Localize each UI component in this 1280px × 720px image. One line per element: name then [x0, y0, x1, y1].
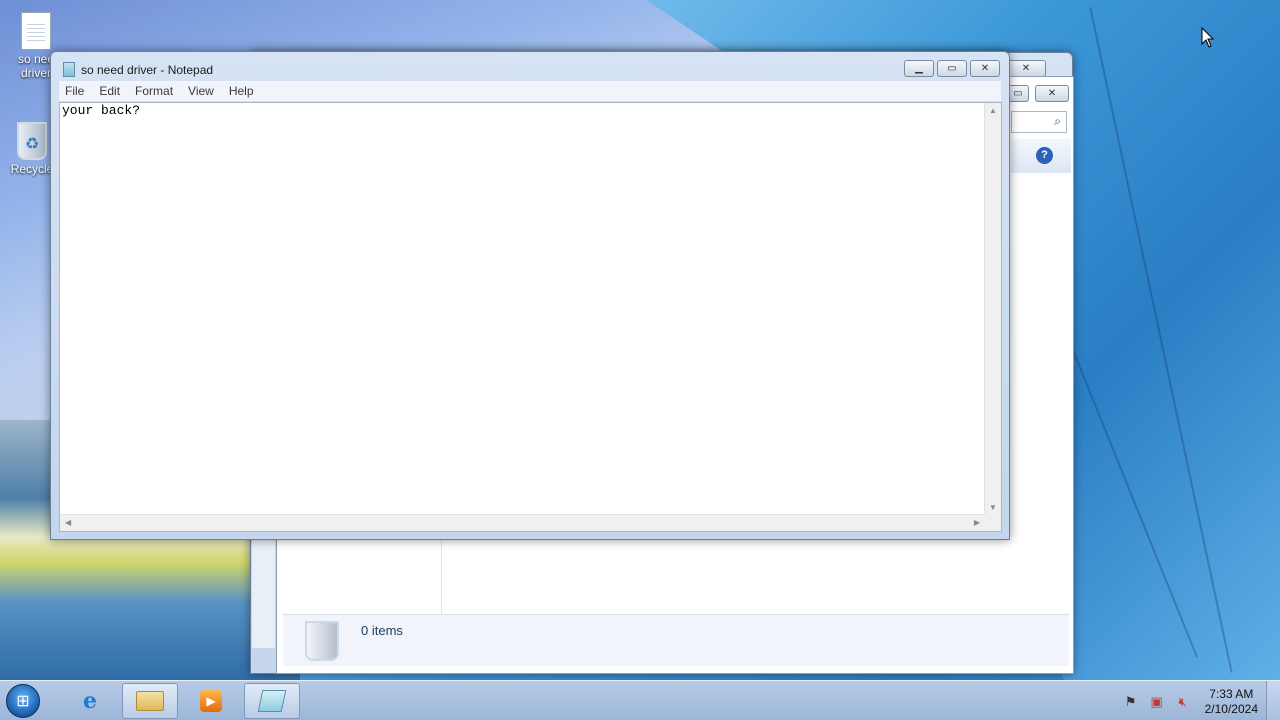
- maximize-button[interactable]: ▭: [937, 60, 967, 77]
- ie-icon: e: [83, 688, 97, 714]
- show-desktop-button[interactable]: [1266, 681, 1280, 720]
- minimize-icon: ▁: [915, 63, 923, 74]
- horizontal-scrollbar[interactable]: ◀ ▶: [60, 514, 985, 531]
- taskbar-media-player[interactable]: ▶: [183, 683, 239, 719]
- menu-bar: File Edit Format View Help: [59, 81, 1001, 101]
- network-icon[interactable]: ▣: [1147, 694, 1167, 710]
- folder-icon: [136, 691, 164, 711]
- explorer-nav-pane: [252, 540, 276, 648]
- close-icon: ✕: [1047, 88, 1057, 99]
- clock-time: 7:33 AM: [1209, 687, 1254, 701]
- notepad-window[interactable]: so need driver - Notepad ▁ ▭ ✕ File Edit…: [50, 51, 1010, 540]
- scroll-left-icon[interactable]: ◀: [65, 518, 71, 527]
- recycle-bin-icon: [305, 621, 339, 661]
- recycle-bin-icon: [17, 122, 47, 160]
- search-icon: ⌕: [1054, 114, 1061, 128]
- explorer-toolbar: ?: [1011, 139, 1071, 173]
- menu-view[interactable]: View: [188, 84, 214, 98]
- explorer-close-button[interactable]: ✕: [1035, 85, 1069, 102]
- taskbar-notepad[interactable]: [244, 683, 300, 719]
- taskbar: ⊞ e ▶ ⚑ ▣ 🔇︎ 7:33 AM 2/10/2024: [0, 680, 1280, 720]
- menu-help[interactable]: Help: [229, 84, 254, 98]
- volume-muted-icon[interactable]: 🔇︎: [1173, 694, 1193, 710]
- menu-format[interactable]: Format: [135, 84, 173, 98]
- maximize-icon: ▭: [1013, 88, 1023, 99]
- editor-content[interactable]: your back?: [62, 103, 140, 118]
- taskbar-ie[interactable]: e: [62, 683, 118, 719]
- clock-date: 2/10/2024: [1204, 702, 1258, 716]
- explorer-close-button[interactable]: ✕: [1006, 60, 1046, 77]
- search-input[interactable]: ⌕: [1011, 111, 1067, 133]
- item-count: 0 items: [361, 623, 403, 638]
- close-button[interactable]: ✕: [970, 60, 1000, 77]
- menu-edit[interactable]: Edit: [99, 84, 120, 98]
- start-button[interactable]: ⊞: [6, 684, 40, 718]
- notepad-icon: [257, 690, 287, 712]
- minimize-button[interactable]: ▁: [904, 60, 934, 77]
- taskbar-explorer[interactable]: [122, 683, 178, 719]
- explorer-maximize-button[interactable]: ▭: [1007, 85, 1029, 102]
- scroll-up-icon[interactable]: ▲: [989, 106, 997, 115]
- windows-logo-icon: ⊞: [16, 693, 30, 710]
- help-button[interactable]: ?: [1036, 147, 1053, 164]
- close-icon: ✕: [1021, 63, 1031, 74]
- mouse-cursor-icon: [1201, 27, 1215, 48]
- resize-grip[interactable]: [984, 514, 1001, 531]
- notepad-icon: [63, 62, 75, 77]
- explorer-divider: [441, 540, 442, 614]
- vertical-scrollbar[interactable]: ▲ ▼: [984, 103, 1001, 515]
- clock[interactable]: 7:33 AM 2/10/2024: [1205, 687, 1258, 717]
- media-player-icon: ▶: [200, 690, 222, 712]
- text-editor[interactable]: your back? ▲ ▼ ◀ ▶: [59, 102, 1002, 532]
- scroll-right-icon[interactable]: ▶: [974, 518, 980, 527]
- maximize-icon: ▭: [947, 63, 957, 74]
- close-icon: ✕: [980, 63, 990, 74]
- system-tray: ⚑ ▣ 🔇︎ 7:33 AM 2/10/2024: [1121, 687, 1258, 717]
- window-title: so need driver - Notepad: [81, 63, 214, 77]
- flag-icon[interactable]: ⚑: [1121, 694, 1141, 710]
- scroll-down-icon[interactable]: ▼: [989, 503, 997, 512]
- explorer-details-pane: 0 items: [283, 614, 1069, 666]
- text-document-icon: [21, 12, 51, 50]
- menu-file[interactable]: File: [65, 84, 84, 98]
